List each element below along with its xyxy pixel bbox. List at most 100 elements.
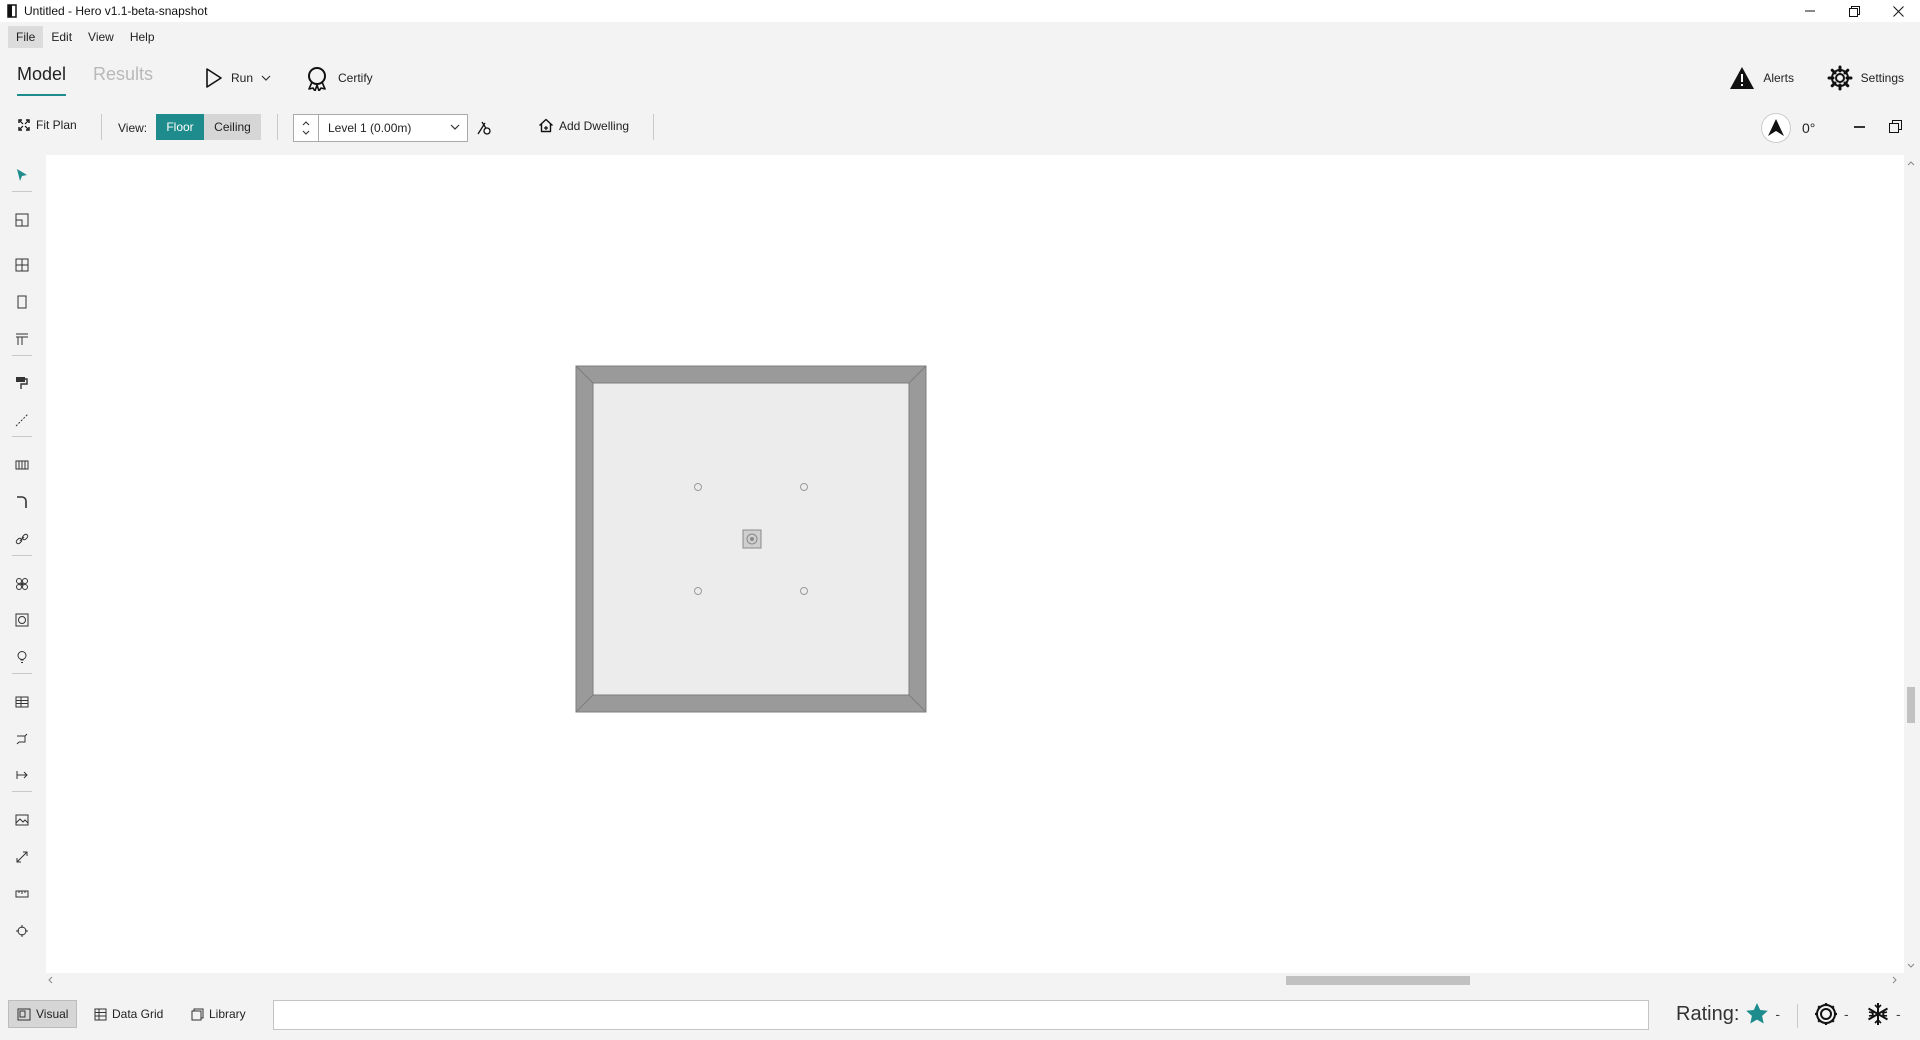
divider — [12, 673, 32, 674]
window-tool-button[interactable] — [12, 329, 32, 349]
chevron-down-icon[interactable] — [302, 130, 310, 135]
snowflake-icon — [1866, 1002, 1890, 1026]
fit-plan-button[interactable]: Fit Plan — [18, 118, 77, 132]
room[interactable] — [575, 365, 927, 713]
link-icon — [15, 532, 29, 546]
link-tool-button[interactable] — [12, 529, 32, 549]
title-bar: Untitled - Hero v1.1-beta-snapshot — [0, 0, 1920, 22]
sun-icon — [1814, 1002, 1838, 1026]
select-tool-icon — [15, 168, 29, 182]
light-bulb-icon — [15, 650, 29, 664]
tab-visual-label: Visual — [36, 1007, 69, 1021]
scroll-down-icon[interactable] — [1907, 963, 1915, 968]
chevron-up-icon[interactable] — [302, 121, 310, 126]
rating-label: Rating: — [1676, 1002, 1740, 1025]
table-tool-button[interactable] — [12, 692, 32, 712]
pipe-bend-icon — [15, 495, 29, 509]
run-button[interactable]: Run — [205, 62, 271, 94]
horizontal-scrollbar[interactable] — [46, 973, 1904, 987]
line-tool-button[interactable] — [12, 410, 32, 430]
fan-tool-button[interactable] — [12, 574, 32, 594]
detach-panel-icon[interactable] — [1889, 120, 1902, 133]
menu-file[interactable]: File — [8, 26, 44, 48]
horizontal-scroll-thumb[interactable] — [1286, 976, 1470, 985]
divider — [12, 555, 32, 556]
tab-library[interactable]: Library — [183, 1000, 254, 1028]
pipe-tool-button[interactable] — [12, 729, 32, 749]
certificate-icon — [304, 65, 330, 91]
add-dwelling-button[interactable]: Add Dwelling — [538, 118, 629, 133]
window-tool-icon — [15, 332, 29, 346]
room-center-icon[interactable] — [742, 529, 762, 549]
scroll-right-icon[interactable] — [1892, 976, 1897, 984]
resize-icon — [15, 850, 29, 864]
vertical-scrollbar[interactable] — [1904, 155, 1918, 975]
vertical-scroll-thumb[interactable] — [1907, 687, 1915, 723]
level-settings-icon[interactable] — [476, 120, 492, 136]
view-label: View: — [118, 121, 148, 135]
measure-tool-button[interactable] — [12, 884, 32, 904]
tab-data-grid[interactable]: Data Grid — [86, 1000, 171, 1028]
menu-help[interactable]: Help — [122, 26, 163, 48]
zone-tool-icon — [15, 258, 29, 272]
window-title: Untitled - Hero v1.1-beta-snapshot — [24, 4, 208, 18]
collapse-toolbar-button[interactable] — [1854, 126, 1865, 128]
vent-tool-button[interactable] — [12, 610, 32, 630]
room-tool-icon — [15, 213, 29, 227]
origin-tool-button[interactable] — [12, 921, 32, 941]
ceiling-view-toggle[interactable]: Ceiling — [204, 114, 261, 140]
zone-tool-button[interactable] — [12, 255, 32, 275]
add-dwelling-label: Add Dwelling — [559, 118, 630, 133]
floor-plan — [575, 365, 927, 713]
scroll-left-icon[interactable] — [48, 976, 53, 984]
image-icon — [15, 813, 29, 827]
image-tool-button[interactable] — [12, 810, 32, 830]
room-tool-button[interactable] — [12, 210, 32, 230]
level-select[interactable]: Level 1 (0.00m) — [319, 114, 468, 142]
house-add-icon — [538, 118, 554, 133]
wall-tool-button[interactable] — [12, 292, 32, 312]
fit-plan-icon — [18, 119, 30, 131]
fan-icon — [15, 577, 29, 591]
menu-edit[interactable]: Edit — [43, 26, 80, 48]
rating-indicator: Rating: - — [1676, 1002, 1780, 1026]
paint-tool-button[interactable] — [12, 373, 32, 393]
restore-icon — [1848, 5, 1860, 17]
star-icon — [1745, 1002, 1769, 1026]
light-tool-button[interactable] — [12, 647, 32, 667]
app-icon — [4, 3, 20, 19]
level-select-value: Level 1 (0.00m) — [328, 121, 412, 135]
draw-tool-button[interactable] — [12, 492, 32, 512]
settings-label: Settings — [1860, 71, 1904, 85]
select-tool-button[interactable] — [12, 165, 32, 185]
scroll-up-icon[interactable] — [1907, 161, 1915, 166]
origin-icon — [15, 924, 29, 938]
tab-results[interactable]: Results — [93, 64, 153, 85]
tab-visual[interactable]: Visual — [8, 1000, 78, 1028]
restore-button[interactable] — [1832, 0, 1876, 22]
close-button[interactable] — [1876, 0, 1920, 22]
divider — [12, 355, 32, 356]
north-arrow-button[interactable] — [1761, 113, 1791, 143]
alerts-button[interactable]: Alerts — [1729, 62, 1794, 94]
level-stepper[interactable] — [293, 114, 319, 142]
divider — [277, 114, 278, 140]
menu-view[interactable]: View — [80, 26, 122, 48]
divider — [1797, 1004, 1798, 1028]
exit-tool-button[interactable] — [12, 765, 32, 785]
resize-tool-button[interactable] — [12, 847, 32, 867]
tab-model[interactable]: Model — [17, 64, 67, 96]
divider — [101, 114, 102, 140]
grid-tool-button[interactable] — [12, 455, 32, 475]
settings-button[interactable]: Settings — [1827, 62, 1904, 94]
minimize-button[interactable] — [1788, 0, 1832, 22]
certify-button[interactable]: Certify — [304, 62, 373, 94]
status-bar: Visual Data Grid Library Rating: - - - — [0, 996, 1920, 1040]
rating-value: - — [1775, 1006, 1781, 1022]
tab-data-grid-label: Data Grid — [112, 1007, 164, 1021]
heating-indicator: - — [1814, 1002, 1849, 1026]
chevron-down-icon[interactable] — [261, 75, 271, 81]
cooling-indicator: - — [1866, 1002, 1901, 1026]
plan-canvas[interactable] — [46, 155, 1904, 975]
floor-view-toggle[interactable]: Floor — [156, 114, 204, 140]
